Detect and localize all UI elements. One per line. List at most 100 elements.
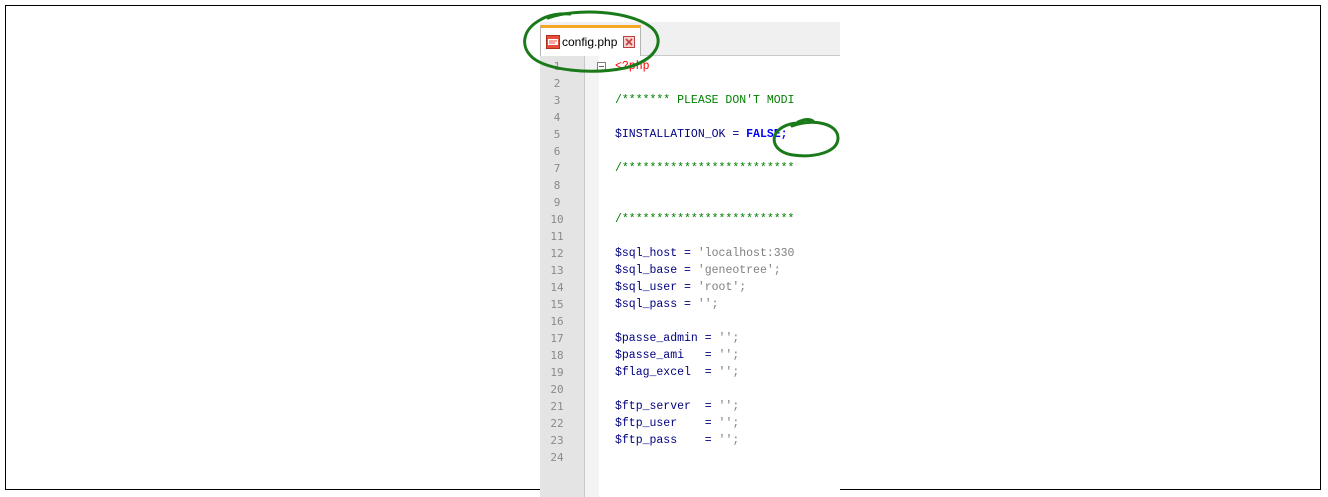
line-number: 15 bbox=[550, 298, 564, 311]
code-editor: config.php 1 <?php 2 3 /******* PLEASE DON'T… bbox=[540, 22, 840, 497]
code-line[interactable]: 13 $sql_base = 'geneotree'; bbox=[540, 262, 840, 279]
code-line[interactable]: 11 bbox=[540, 228, 840, 245]
code-token: /******* PLEASE DON'T MODI bbox=[615, 94, 795, 107]
code-token: = bbox=[677, 417, 719, 430]
code-line[interactable]: 21 $ftp_server = ''; bbox=[540, 398, 840, 415]
code-token: /************************* bbox=[615, 162, 795, 175]
code-line[interactable]: 10 /************************* bbox=[540, 211, 840, 228]
code-token: $INSTALLATION_OK bbox=[615, 128, 726, 141]
code-token: = bbox=[677, 247, 698, 260]
code-text: $sql_host = 'localhost:330 bbox=[615, 245, 794, 262]
tab-label: config.php bbox=[562, 35, 618, 49]
code-token: ''; bbox=[718, 434, 740, 447]
fold-toggle-icon[interactable] bbox=[597, 62, 606, 71]
code-token: $sql_user bbox=[615, 281, 678, 294]
tab-config-php[interactable]: config.php bbox=[540, 25, 641, 56]
line-number: 9 bbox=[553, 196, 561, 209]
code-line[interactable]: 5 $INSTALLATION_OK = FALSE; bbox=[540, 126, 840, 143]
code-token: <?php bbox=[615, 60, 650, 73]
code-token: = bbox=[725, 128, 747, 141]
code-token: $ftp_user bbox=[615, 417, 678, 430]
code-line[interactable]: 18 $passe_ami = ''; bbox=[540, 347, 840, 364]
code-token: 'geneotree'; bbox=[697, 264, 781, 277]
code-token: $sql_base bbox=[615, 264, 678, 277]
code-line[interactable]: 2 bbox=[540, 75, 840, 92]
code-line[interactable]: 16 bbox=[540, 313, 840, 330]
code-token: $passe_admin bbox=[615, 332, 698, 345]
code-line[interactable]: 12 $sql_host = 'localhost:330 bbox=[540, 245, 840, 262]
code-text: $flag_excel = ''; bbox=[615, 364, 739, 381]
close-icon[interactable] bbox=[623, 36, 635, 48]
code-token: $flag_excel bbox=[615, 366, 691, 379]
line-number: 8 bbox=[553, 179, 561, 192]
code-token: = bbox=[690, 400, 719, 413]
code-text: $passe_admin = ''; bbox=[615, 330, 739, 347]
line-number: 11 bbox=[550, 230, 564, 243]
code-line[interactable]: 19 $flag_excel = ''; bbox=[540, 364, 840, 381]
code-token: 'localhost:330 bbox=[697, 247, 795, 260]
code-token: $passe_ami bbox=[615, 349, 685, 362]
code-token: $ftp_pass bbox=[615, 434, 678, 447]
code-token: = bbox=[684, 349, 719, 362]
code-text: $INSTALLATION_OK = FALSE; bbox=[615, 126, 788, 143]
line-number: 3 bbox=[553, 94, 561, 107]
code-text: $sql_base = 'geneotree'; bbox=[615, 262, 781, 279]
tab-bar: config.php bbox=[540, 22, 840, 56]
line-number: 16 bbox=[550, 315, 564, 328]
code-token: FALSE; bbox=[746, 128, 788, 141]
code-line[interactable]: 3 /******* PLEASE DON'T MODI bbox=[540, 92, 840, 109]
code-line[interactable]: 23 $ftp_pass = ''; bbox=[540, 432, 840, 449]
line-number: 1 bbox=[553, 60, 561, 73]
code-text: /************************* bbox=[615, 211, 794, 228]
line-number: 2 bbox=[553, 77, 561, 90]
line-number: 13 bbox=[550, 264, 564, 277]
code-token: $ftp_server bbox=[615, 400, 691, 413]
code-line[interactable]: 8 bbox=[540, 177, 840, 194]
code-token: = bbox=[677, 281, 698, 294]
line-number: 12 bbox=[550, 247, 564, 260]
code-token: ''; bbox=[718, 366, 740, 379]
code-token: = bbox=[677, 434, 719, 447]
code-token: = bbox=[697, 332, 719, 345]
code-line[interactable]: 20 bbox=[540, 381, 840, 398]
code-token: ''; bbox=[718, 349, 740, 362]
code-token: /************************* bbox=[615, 213, 795, 226]
code-text: /******* PLEASE DON'T MODI bbox=[615, 92, 794, 109]
code-line[interactable]: 9 bbox=[540, 194, 840, 211]
code-text: $ftp_pass = ''; bbox=[615, 432, 739, 449]
line-number: 19 bbox=[550, 366, 564, 379]
code-token: ''; bbox=[697, 298, 719, 311]
code-line[interactable]: 24 bbox=[540, 449, 840, 466]
code-line[interactable]: 22 $ftp_user = ''; bbox=[540, 415, 840, 432]
code-line[interactable]: 14 $sql_user = 'root'; bbox=[540, 279, 840, 296]
line-number: 17 bbox=[550, 332, 564, 345]
code-line[interactable]: 6 bbox=[540, 143, 840, 160]
code-text: <?php bbox=[615, 58, 650, 75]
line-number: 21 bbox=[550, 400, 564, 413]
code-token: = bbox=[677, 264, 698, 277]
line-number: 6 bbox=[553, 145, 561, 158]
line-number: 10 bbox=[550, 213, 564, 226]
code-token: ''; bbox=[718, 417, 740, 430]
code-line[interactable]: 15 $sql_pass = ''; bbox=[540, 296, 840, 313]
code-token: = bbox=[677, 298, 698, 311]
line-number: 7 bbox=[553, 162, 561, 175]
code-token: $sql_host bbox=[615, 247, 678, 260]
code-text: $ftp_user = ''; bbox=[615, 415, 739, 432]
php-file-icon bbox=[546, 35, 560, 49]
line-number: 20 bbox=[550, 383, 564, 396]
code-line[interactable]: 17 $passe_admin = ''; bbox=[540, 330, 840, 347]
line-number: 14 bbox=[550, 281, 564, 294]
code-line[interactable]: 1 <?php bbox=[540, 58, 840, 75]
code-token: ''; bbox=[718, 400, 740, 413]
line-number: 5 bbox=[553, 128, 561, 141]
code-text: $sql_user = 'root'; bbox=[615, 279, 746, 296]
code-text: $ftp_server = ''; bbox=[615, 398, 739, 415]
code-line[interactable]: 4 bbox=[540, 109, 840, 126]
code-token: $sql_pass bbox=[615, 298, 678, 311]
line-number: 24 bbox=[550, 451, 564, 464]
code-token: = bbox=[690, 366, 719, 379]
code-text: $passe_ami = ''; bbox=[615, 347, 739, 364]
line-number: 22 bbox=[550, 417, 564, 430]
code-line[interactable]: 7 /************************* bbox=[540, 160, 840, 177]
